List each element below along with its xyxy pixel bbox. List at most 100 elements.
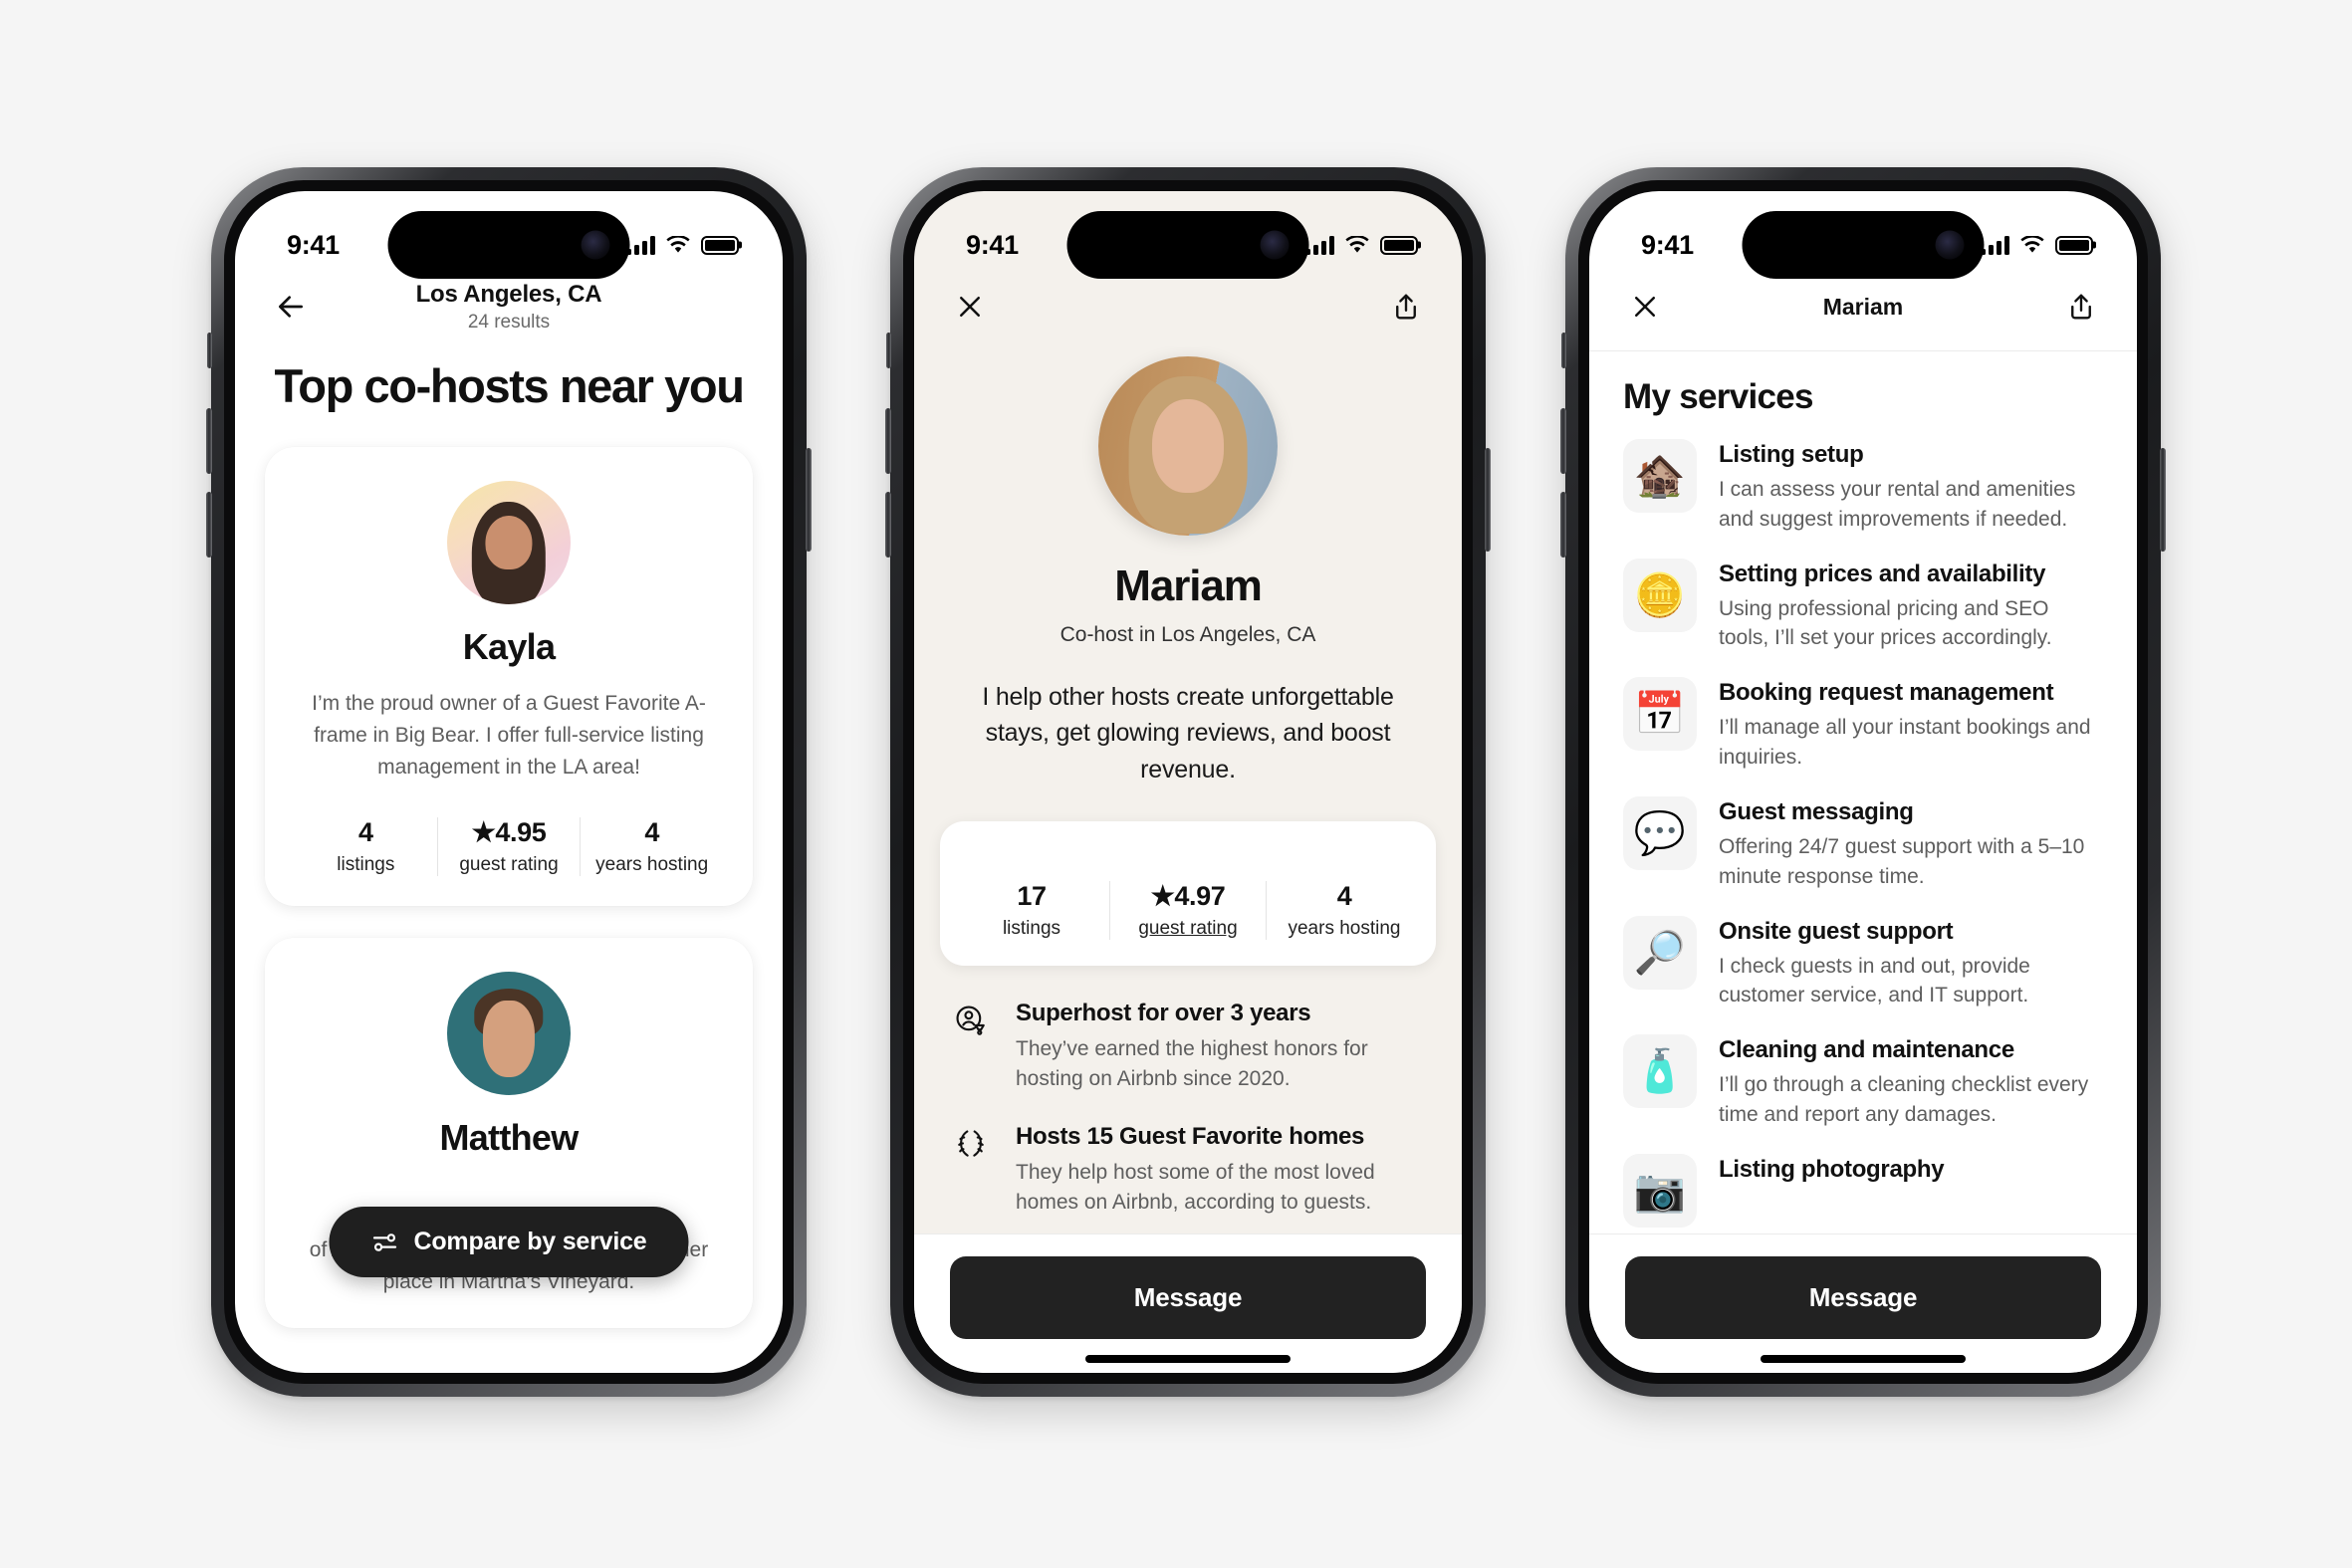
silent-switch[interactable] xyxy=(207,333,212,368)
status-bar-1: 9:41 xyxy=(235,191,783,279)
profile-body: Mariam Co-host in Los Angeles, CA I help… xyxy=(914,346,1462,1233)
stat-guest-rating[interactable]: ★4.97 guest rating xyxy=(1109,880,1266,940)
service-title: Guest messaging xyxy=(1719,797,1914,825)
service-title: Listing photography xyxy=(1719,1155,1945,1183)
host-name: Matthew xyxy=(439,1116,579,1158)
wifi-icon xyxy=(1345,235,1369,253)
host-bio: I’m the proud owner of a Guest Favorite … xyxy=(312,692,706,779)
service-text: Listing setup I can assess your rental a… xyxy=(1719,439,2103,535)
stat-value: ★4.95 xyxy=(471,816,547,847)
stat-value: 17 xyxy=(1017,880,1047,911)
service-item-onsite-support[interactable]: 🔎 Onsite guest support I check guests in… xyxy=(1623,915,2103,1011)
nav-title: Mariam xyxy=(1822,293,1904,320)
volume-up-button[interactable] xyxy=(206,408,212,474)
phone-bezel-1: 9:41 Los Angeles, CA 24 results Top co-h… xyxy=(224,180,794,1384)
service-desc: I check guests in and out, provide custo… xyxy=(1719,954,2030,1008)
services-body: My services 🏚️ Listing setup I can asses… xyxy=(1589,351,2137,1233)
screen-my-services: 9:41 Mariam My services 🏚️ Listing setup… xyxy=(1589,191,2137,1373)
nav-bar-1: Los Angeles, CA 24 results xyxy=(235,277,783,346)
page-title: My services xyxy=(1623,377,1813,416)
compare-by-service-button[interactable]: Compare by service xyxy=(329,1207,689,1277)
close-button[interactable] xyxy=(948,285,992,329)
cellular-bars-icon xyxy=(1305,235,1334,255)
volume-up-button[interactable] xyxy=(885,408,891,474)
home-indicator xyxy=(1761,1355,1966,1363)
service-item-listing-photography[interactable]: 📷 Listing photography xyxy=(1623,1153,2103,1228)
host-stats: 4 listings ★4.95 guest rating 4 years ho… xyxy=(295,816,723,876)
front-camera-icon xyxy=(1935,230,1965,260)
dynamic-island xyxy=(1066,211,1309,279)
phone-mockup-3: 9:41 Mariam My services 🏚️ Listing setup… xyxy=(1560,167,2166,1397)
nav-title: Los Angeles, CA xyxy=(415,280,602,308)
power-button[interactable] xyxy=(1485,448,1491,552)
stat-label: listings xyxy=(1002,917,1061,939)
badge-desc: They’ve earned the highest honors for ho… xyxy=(1016,1036,1368,1090)
status-indicators xyxy=(626,235,739,255)
service-item-cleaning[interactable]: 🧴 Cleaning and maintenance I’ll go throu… xyxy=(1623,1034,2103,1130)
volume-down-button[interactable] xyxy=(885,492,891,558)
volume-down-button[interactable] xyxy=(206,492,212,558)
stat-label: guest rating xyxy=(1138,917,1238,939)
silent-switch[interactable] xyxy=(886,333,891,368)
stat-value: 4 xyxy=(644,816,659,847)
status-clock: 9:41 xyxy=(1641,229,1694,260)
service-text: Onsite guest support I check guests in a… xyxy=(1719,916,2103,1011)
badge-superhost: Superhost for over 3 years They’ve earne… xyxy=(954,1000,1422,1094)
stat-guest-rating: ★4.95 guest rating xyxy=(436,816,581,876)
service-desc: Offering 24/7 guest support with a 5–10 … xyxy=(1719,834,2085,888)
volume-up-button[interactable] xyxy=(1560,408,1566,474)
services-footer: Message xyxy=(1589,1233,2137,1373)
nav-bar-2 xyxy=(914,277,1462,346)
battery-icon xyxy=(2055,235,2093,255)
guest-favorite-laurel-icon xyxy=(954,1123,992,1218)
badge-desc: They help host some of the most loved ho… xyxy=(1016,1161,1375,1215)
house-emoji-icon: 🏚️ xyxy=(1623,439,1697,513)
service-desc: I can assess your rental and amenities a… xyxy=(1719,478,2076,531)
service-text: Listing photography xyxy=(1719,1154,2103,1184)
service-title: Booking request management xyxy=(1719,679,2054,707)
profile-badges: Superhost for over 3 years They’ve earne… xyxy=(914,966,1462,1233)
service-item-guest-messaging[interactable]: 💬 Guest messaging Offering 24/7 guest su… xyxy=(1623,795,2103,892)
service-text: Guest messaging Offering 24/7 guest supp… xyxy=(1719,796,2103,892)
status-clock: 9:41 xyxy=(287,229,340,260)
power-button[interactable] xyxy=(806,448,812,552)
speech-balloon-emoji-icon: 💬 xyxy=(1623,795,1697,870)
wifi-icon xyxy=(2020,235,2044,253)
service-item-listing-setup[interactable]: 🏚️ Listing setup I can assess your renta… xyxy=(1623,439,2103,535)
close-x-icon xyxy=(1635,297,1655,317)
service-title: Onsite guest support xyxy=(1719,917,1954,945)
service-title: Listing setup xyxy=(1719,441,1864,468)
stat-value: 4 xyxy=(358,816,373,847)
power-button[interactable] xyxy=(2160,448,2166,552)
badge-text: Superhost for over 3 years They’ve earne… xyxy=(1016,1000,1422,1094)
stat-label: guest rating xyxy=(459,853,559,875)
status-bar-3: 9:41 xyxy=(1589,191,2137,279)
camera-emoji-icon: 📷 xyxy=(1623,1153,1697,1228)
share-button[interactable] xyxy=(1384,285,1428,329)
close-button[interactable] xyxy=(1623,285,1667,329)
service-text: Booking request management I’ll manage a… xyxy=(1719,677,2103,773)
profile-footer: Message xyxy=(914,1233,1462,1373)
stat-years-hosting: 4 years hosting xyxy=(580,816,723,876)
share-button[interactable] xyxy=(2059,285,2103,329)
wifi-icon xyxy=(666,235,690,253)
service-item-setting-prices[interactable]: 🪙 Setting prices and availability Using … xyxy=(1623,558,2103,654)
kayla-avatar xyxy=(447,481,571,604)
mariam-avatar xyxy=(1098,356,1278,536)
message-button[interactable]: Message xyxy=(950,1256,1426,1339)
front-camera-icon xyxy=(581,230,610,260)
profile-stats-card: 17 listings ★4.97 guest rating 4 years h… xyxy=(940,820,1436,966)
home-indicator xyxy=(1085,1355,1291,1363)
service-desc: I’ll go through a cleaning checklist eve… xyxy=(1719,1073,2089,1126)
message-button[interactable]: Message xyxy=(1625,1256,2101,1339)
silent-switch[interactable] xyxy=(1561,333,1566,368)
phone-mockup-1: 9:41 Los Angeles, CA 24 results Top co-h… xyxy=(206,167,812,1397)
cellular-bars-icon xyxy=(626,235,655,255)
host-card-kayla[interactable]: Kayla I’m the proud owner of a Guest Fav… xyxy=(265,447,753,906)
badge-text: Hosts 15 Guest Favorite homes They help … xyxy=(1016,1123,1422,1218)
service-item-booking-requests[interactable]: 📅 Booking request management I’ll manage… xyxy=(1623,677,2103,773)
volume-down-button[interactable] xyxy=(1560,492,1566,558)
back-button[interactable] xyxy=(269,285,313,329)
share-upload-icon xyxy=(2071,294,2091,320)
service-title: Cleaning and maintenance xyxy=(1719,1036,2014,1064)
